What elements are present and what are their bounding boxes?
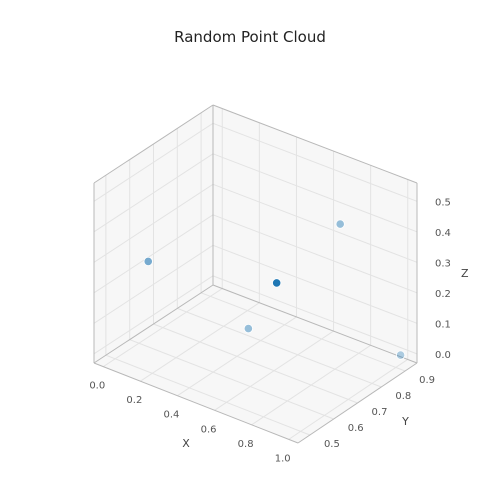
svg-text:0.2: 0.2 xyxy=(126,395,142,406)
svg-text:0.4: 0.4 xyxy=(435,228,451,239)
svg-text:0.0: 0.0 xyxy=(435,350,451,361)
svg-text:0.8: 0.8 xyxy=(395,391,411,402)
svg-text:0.1: 0.1 xyxy=(435,319,451,330)
x-axis-label: X xyxy=(182,437,190,450)
svg-text:0.6: 0.6 xyxy=(201,424,217,435)
scatter-point xyxy=(144,257,152,265)
chart-3d-scene: 0.0 0.2 0.4 0.6 0.8 1.0 0.5 0.6 0.7 0.8 0.9 0.0 0.1 0… xyxy=(0,0,500,500)
svg-text:0.7: 0.7 xyxy=(372,407,388,418)
svg-text:0.9: 0.9 xyxy=(419,375,435,386)
chart-figure: Random Point Cloud 0.00.20.40.60.81.00.5… xyxy=(0,0,500,500)
svg-text:0.6: 0.6 xyxy=(348,423,364,434)
scatter-point xyxy=(396,351,404,359)
svg-text:0.2: 0.2 xyxy=(435,289,451,300)
svg-text:0.5: 0.5 xyxy=(435,197,451,208)
scatter-point xyxy=(336,220,344,228)
svg-text:0.3: 0.3 xyxy=(435,258,451,269)
z-axis-label: Z xyxy=(461,267,469,280)
svg-text:0.8: 0.8 xyxy=(238,439,254,450)
svg-text:1.0: 1.0 xyxy=(275,453,291,464)
scatter-point xyxy=(244,324,252,332)
svg-text:0.5: 0.5 xyxy=(324,439,340,450)
y-axis-label: Y xyxy=(401,415,409,428)
svg-text:0.0: 0.0 xyxy=(89,381,105,392)
svg-text:0.4: 0.4 xyxy=(164,410,180,421)
scatter-point xyxy=(272,279,280,287)
